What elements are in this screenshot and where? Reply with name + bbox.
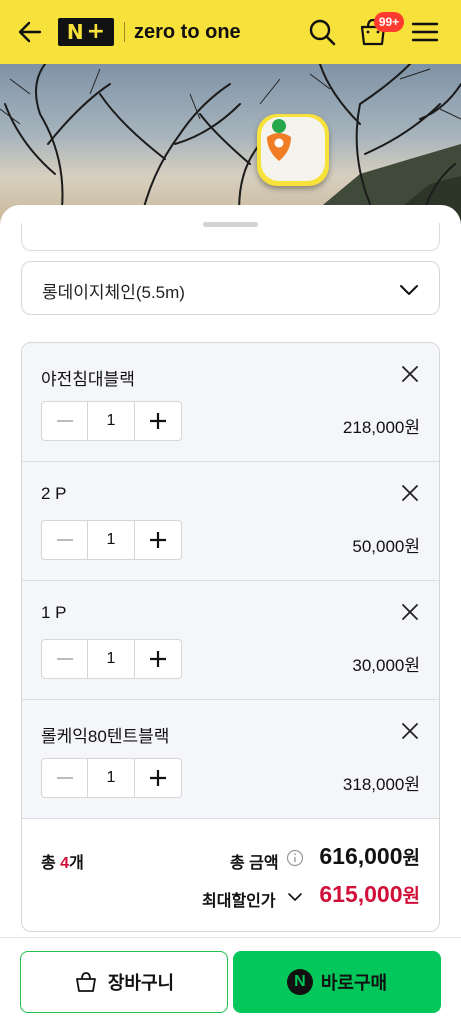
carrot-icon	[267, 119, 291, 161]
buy-now-button[interactable]: N 바로구매	[233, 951, 441, 1013]
total-amount: 616,000	[319, 843, 403, 869]
logo-plus: +	[86, 19, 106, 44]
item-count: 총 4개	[41, 849, 84, 873]
item-price: 218,000원	[342, 418, 420, 437]
close-icon[interactable]	[401, 722, 419, 740]
close-icon[interactable]	[401, 484, 419, 502]
total-currency: 원	[402, 848, 420, 869]
option-dropdown-value: 롱데이지체인(5.5m)	[42, 283, 185, 302]
store-name[interactable]: zero to one	[134, 18, 241, 46]
quantity-value[interactable]: 1	[88, 759, 135, 797]
brand-logo[interactable]: N +	[58, 18, 114, 46]
discount-amount: 615,000	[319, 881, 403, 907]
carrot-badge[interactable]	[257, 114, 329, 186]
header-divider	[124, 22, 125, 42]
plus-icon	[150, 770, 166, 786]
cart-count-badge: 99+	[374, 12, 404, 32]
minus-icon	[56, 420, 73, 422]
chevron-down-icon	[400, 285, 418, 295]
add-to-cart-label: 장바구니	[107, 973, 175, 993]
order-summary: 총 4개 총 금액 616,000원 최대할인가 615,000원	[22, 819, 439, 931]
minus-icon	[56, 539, 73, 541]
buy-now-label: 바로구매	[320, 973, 388, 993]
selected-item: 1 P 1 30,000원	[22, 581, 439, 700]
decrease-button[interactable]	[42, 402, 88, 440]
close-icon[interactable]	[401, 603, 419, 621]
count-suffix: 개	[69, 855, 84, 872]
option-dropdown[interactable]: 롱데이지체인(5.5m)	[21, 261, 440, 315]
quantity-value[interactable]: 1	[88, 402, 135, 440]
increase-button[interactable]	[135, 521, 181, 559]
increase-button[interactable]	[135, 640, 181, 678]
quantity-stepper: 1	[41, 639, 182, 679]
item-price: 30,000원	[352, 656, 420, 675]
search-icon[interactable]	[306, 16, 338, 48]
minus-icon	[56, 777, 73, 779]
quantity-stepper: 1	[41, 401, 182, 441]
quantity-stepper: 1	[41, 758, 182, 798]
plus-icon	[150, 651, 166, 667]
count-prefix: 총	[41, 855, 61, 872]
product-hero-image	[0, 64, 461, 224]
discount-currency: 원	[402, 886, 420, 907]
app-header: N + zero to one 99+	[0, 0, 461, 64]
tree-branches-image	[0, 64, 461, 224]
quantity-stepper: 1	[41, 520, 182, 560]
item-name: 2 P	[41, 484, 67, 503]
selected-item: 야전침대블랙 1 218,000원	[22, 343, 439, 462]
plus-icon	[150, 413, 166, 429]
back-arrow-icon[interactable]	[16, 18, 44, 46]
previous-option-select[interactable]	[21, 223, 440, 251]
total-price-value: 616,000원	[319, 843, 420, 870]
hamburger-menu-icon[interactable]	[410, 18, 440, 46]
decrease-button[interactable]	[42, 759, 88, 797]
item-price: 50,000원	[352, 537, 420, 556]
item-name: 야전침대블랙	[41, 370, 135, 389]
item-name: 1 P	[41, 603, 67, 622]
logo-letter: N	[66, 20, 84, 44]
bottom-action-bar: 장바구니 N 바로구매	[0, 937, 461, 1024]
selected-item: 2 P 1 50,000원	[22, 462, 439, 581]
decrease-button[interactable]	[42, 640, 88, 678]
option-bottom-sheet: 롱데이지체인(5.5m) 야전침대블랙 1 218,000원 2 P 1 50,…	[0, 205, 461, 1024]
selected-item: 롤케익80텐트블랙 1 318,000원	[22, 700, 439, 819]
close-icon[interactable]	[401, 365, 419, 383]
max-discount-value: 615,000원	[319, 881, 420, 908]
carrot-badge-inner	[261, 117, 325, 181]
count-number: 4	[60, 855, 70, 872]
total-price-label: 총 금액	[230, 855, 279, 872]
max-discount-label[interactable]: 최대할인가	[202, 887, 276, 911]
increase-button[interactable]	[135, 759, 181, 797]
shopping-bag-icon	[75, 972, 96, 992]
quantity-value[interactable]: 1	[88, 640, 135, 678]
plus-icon	[150, 532, 166, 548]
chevron-down-icon[interactable]	[287, 889, 303, 905]
item-name: 롤케익80텐트블랙	[41, 727, 170, 746]
selected-items-list: 야전침대블랙 1 218,000원 2 P 1 50,000원 1 P 1 30…	[21, 342, 440, 932]
item-price: 318,000원	[342, 775, 420, 794]
decrease-button[interactable]	[42, 521, 88, 559]
quantity-value[interactable]: 1	[88, 521, 135, 559]
add-to-cart-button[interactable]: 장바구니	[20, 951, 228, 1013]
increase-button[interactable]	[135, 402, 181, 440]
info-icon[interactable]	[286, 849, 304, 867]
naver-pay-icon: N	[286, 969, 313, 995]
minus-icon	[56, 658, 73, 660]
